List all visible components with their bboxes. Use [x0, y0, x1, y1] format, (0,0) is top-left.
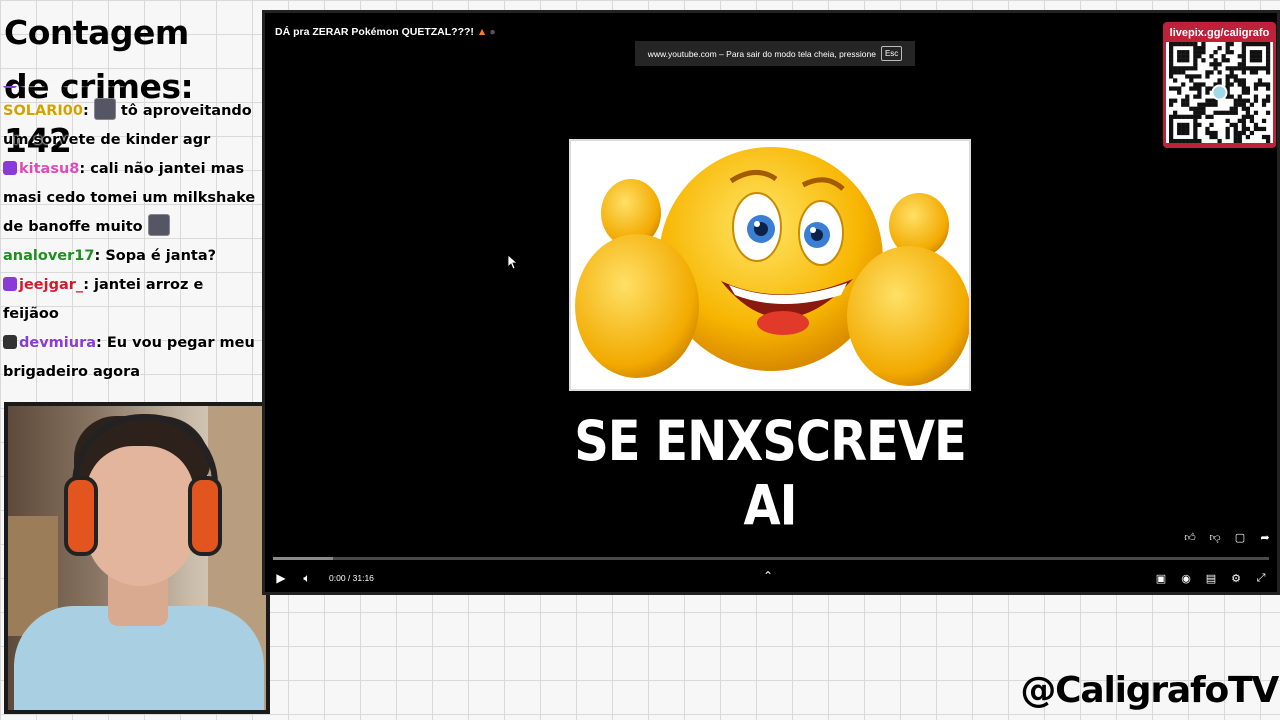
chat-message: jeejgar_: jantei arroz e feijãoo	[3, 277, 204, 322]
chevron-up-icon[interactable]: ⌃	[763, 569, 773, 583]
chat-text: Sopa é janta?	[105, 248, 217, 264]
settings-gear-icon[interactable]: ⚙︎	[1228, 570, 1244, 586]
side-actions: 👍︎ 👎︎ ▢ ➦	[1182, 529, 1273, 545]
dislike-icon[interactable]: 👎︎	[1207, 529, 1223, 545]
fullscreen-notice: www.youtube.com – Para sair do modo tela…	[635, 41, 915, 66]
subscriber-badge-icon	[3, 86, 17, 88]
play-icon[interactable]: ▶	[273, 571, 289, 585]
quality-icon[interactable]: ▣	[1153, 570, 1169, 586]
channel-handle: @CaligrafoTV	[1020, 670, 1279, 711]
chat-message: kitasu8: cali não jantei mas masi cedo t…	[3, 161, 256, 236]
progress-fill	[273, 557, 333, 560]
subtitles-icon[interactable]: ▤	[1203, 570, 1219, 586]
chat-username: analover17	[3, 248, 95, 264]
chat-text: no	[106, 86, 126, 90]
mouse-cursor-icon	[508, 255, 518, 269]
gamepad-icon: ●	[489, 26, 496, 38]
volume-icon[interactable]: 🔈︎	[299, 571, 315, 586]
counter-line-1: Contagem	[4, 13, 189, 52]
share-icon[interactable]: ➦	[1257, 529, 1273, 545]
comment-icon[interactable]: ▢	[1232, 529, 1248, 545]
chat-panel: cavalcam: no SOLARI00: tô aproveitando u…	[0, 86, 262, 398]
meme-image	[569, 139, 971, 391]
headphone-icon	[188, 476, 222, 556]
chat-message: cavalcam: no	[3, 86, 262, 97]
fire-icon: ▲	[476, 26, 488, 38]
video-player[interactable]: DÁ pra ZERAR Pokémon QUETZAL???! ▲ ● www.y…	[262, 10, 1280, 595]
headset-badge-icon	[3, 335, 17, 349]
chat-username: SOLARI00	[3, 103, 83, 119]
like-icon[interactable]: 👍︎	[1182, 529, 1198, 545]
chat-username: jeejgar_	[19, 277, 84, 293]
chat-username: cavalcam	[19, 86, 95, 90]
qr-code-icon	[1166, 42, 1273, 144]
subscriber-badge-icon	[3, 161, 17, 175]
exit-fullscreen-icon[interactable]: ⤢	[1253, 570, 1269, 586]
livepix-panel: livepix.gg/caligrafo	[1163, 22, 1276, 148]
chat-message: SOLARI00: tô aproveitando um sorvete de …	[3, 97, 262, 155]
headphone-icon	[64, 476, 98, 556]
autoplay-toggle-icon[interactable]: ◉	[1178, 570, 1194, 586]
chat-username: devmiura	[19, 335, 97, 351]
chat-username: kitasu8	[19, 161, 80, 177]
emote-icon	[93, 98, 116, 120]
progress-bar[interactable]	[273, 557, 1269, 560]
gift-badge-icon	[3, 277, 17, 291]
meme-caption: SE ENXSCREVE AI	[574, 409, 967, 539]
video-title: DÁ pra ZERAR Pokémon QUETZAL???! ▲ ●	[275, 26, 496, 38]
chat-message: devmiura: Eu vou pegar meu brigadeiro ag…	[3, 335, 255, 380]
emote-icon	[147, 214, 170, 236]
livepix-label: livepix.gg/caligrafo	[1169, 27, 1270, 39]
esc-key: Esc	[880, 46, 903, 61]
player-controls: ▶ 🔈︎ 0:00 / 31:16 ⌃ ▣ ◉ ▤ ⚙︎ ⤢	[273, 566, 1269, 590]
chat-message: analover17: Sopa é janta?	[3, 248, 217, 264]
webcam-feed	[4, 402, 270, 714]
time-display: 0:00 / 31:16	[329, 573, 374, 583]
